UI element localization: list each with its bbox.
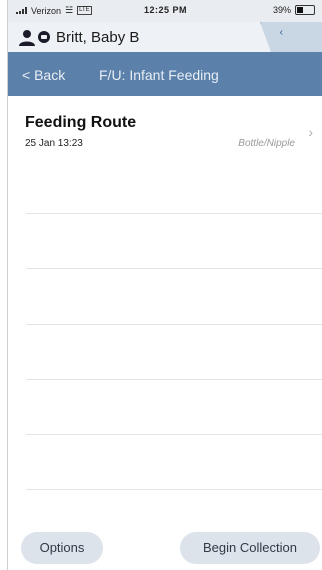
list-item-label: Feeding Route xyxy=(25,114,137,131)
patient-name: Britt, Baby B xyxy=(56,29,140,46)
battery-info: 39% xyxy=(273,5,315,15)
list-item[interactable]: Feeding Route 25 Jan 13:23 Bottle/Nipple… xyxy=(16,114,322,154)
battery-percent: 39% xyxy=(272,5,291,15)
divider xyxy=(26,489,322,490)
app-frame: Verizon ☱ LTE 12:25 PM 39% Britt, Baby B… xyxy=(7,0,322,570)
observation-list: Feeding Route 25 Jan 13:23 Bottle/Nipple… xyxy=(8,96,322,506)
id-badge-icon xyxy=(38,31,50,43)
divider xyxy=(26,213,322,214)
chevron-right-icon: › xyxy=(308,124,313,140)
divider xyxy=(26,434,322,435)
nav-title: F/U: Infant Feeding xyxy=(99,67,219,83)
divider xyxy=(26,268,322,269)
patient-header: Britt, Baby B ‹ xyxy=(8,22,322,60)
nav-bar: < Back F/U: Infant Feeding xyxy=(8,52,322,96)
begin-collection-button[interactable]: Begin Collection xyxy=(180,532,320,564)
back-button[interactable]: < Back xyxy=(22,67,65,83)
list-item-value: Bottle/Nipple xyxy=(238,138,295,149)
chevron-left-icon[interactable]: ‹ xyxy=(280,27,283,38)
battery-icon xyxy=(295,5,315,15)
divider xyxy=(26,324,322,325)
options-button[interactable]: Options xyxy=(21,532,103,564)
divider xyxy=(26,379,322,380)
list-item-timestamp: 25 Jan 13:23 xyxy=(25,138,83,149)
status-bar: Verizon ☱ LTE 12:25 PM 39% xyxy=(8,0,322,22)
person-icon xyxy=(19,30,35,46)
